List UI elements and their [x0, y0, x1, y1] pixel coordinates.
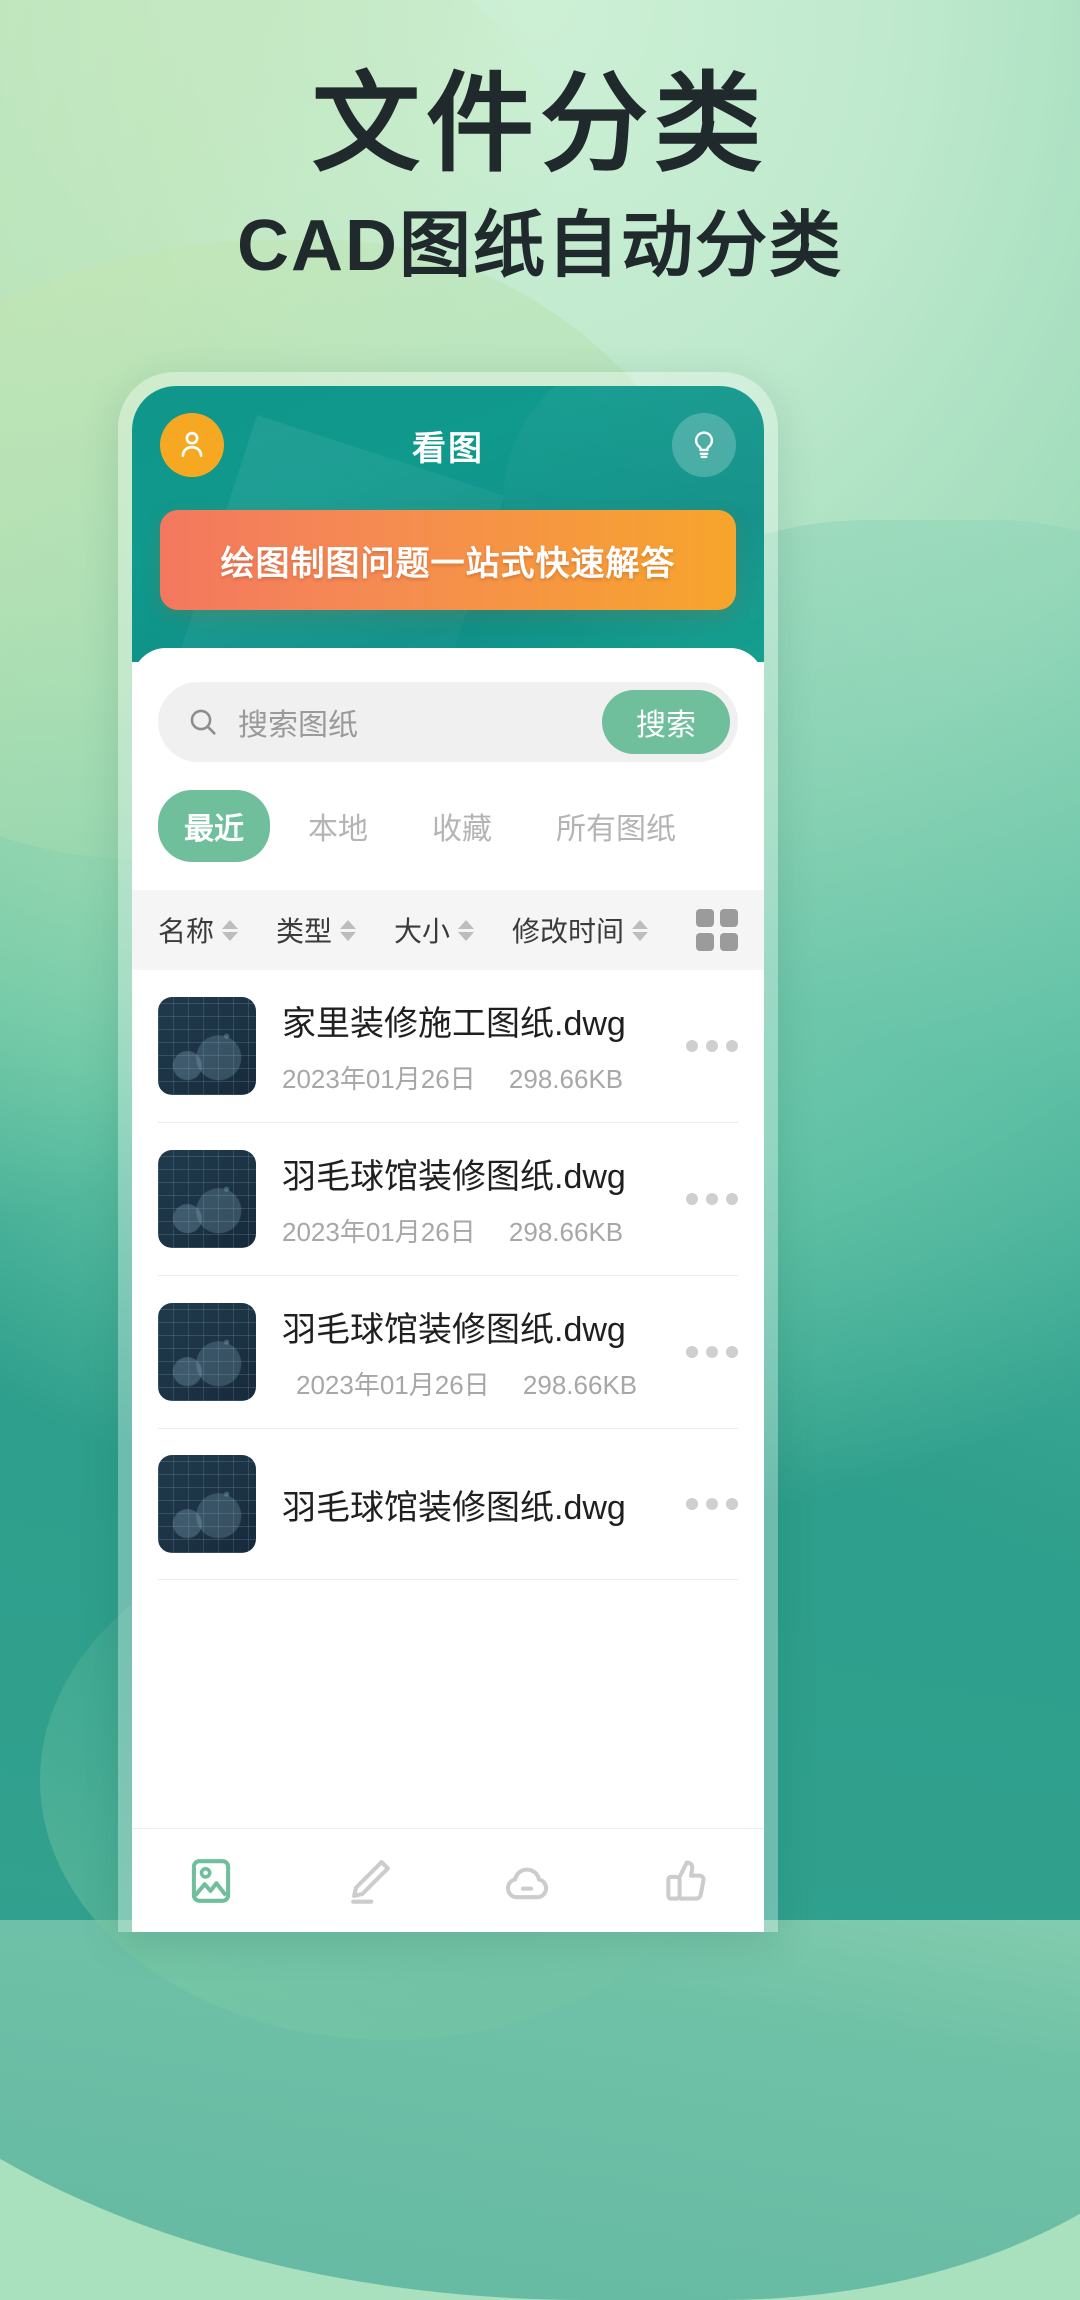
tips-button[interactable] [672, 413, 736, 477]
phone-mockup-frame: 看图 绘图制图问题一站式快速解答 搜索图纸 搜索 最近 本地 收藏 所有图纸 名… [118, 372, 778, 1932]
table-row[interactable]: 家里装修施工图纸.dwg 2023年01月26日 298.66KB [158, 970, 738, 1123]
poster-headline: 文件分类 [311, 63, 768, 184]
lightbulb-icon [694, 431, 714, 459]
column-label-size: 大小 [394, 916, 451, 947]
sort-arrows-icon [458, 919, 475, 941]
file-date: 2023年01月26日 [296, 1370, 490, 1400]
grid-cell [696, 909, 714, 927]
file-more-button[interactable] [666, 1193, 738, 1205]
grid-view-icon[interactable] [696, 909, 738, 951]
grid-cell [696, 933, 714, 951]
file-more-button[interactable] [666, 1346, 738, 1358]
poster-subheadline: CAD图纸自动分类 [237, 205, 843, 286]
file-name: 家里装修施工图纸.dwg [282, 1005, 626, 1043]
header-top-bar: 看图 [132, 386, 764, 504]
file-meta: 家里装修施工图纸.dwg 2023年01月26日 298.66KB [282, 996, 666, 1096]
column-label-modified: 修改时间 [512, 916, 625, 947]
tab-local[interactable]: 本地 [282, 790, 394, 862]
poster-headline-group: 文件分类 CAD图纸自动分类 [0, 0, 1080, 286]
file-thumbnail [158, 1455, 256, 1553]
image-icon [191, 1858, 231, 1903]
nav-item-likes[interactable] [606, 1854, 764, 1908]
user-avatar-button[interactable] [160, 413, 224, 477]
column-label-name: 名称 [158, 916, 215, 947]
file-subinfo: 2023年01月26日 298.66KB [282, 1059, 666, 1096]
user-avatar-icon [181, 431, 203, 457]
file-date: 2023年01月26日 [282, 1064, 476, 1094]
app-header: 看图 绘图制图问题一站式快速解答 [132, 386, 764, 662]
search-bar[interactable]: 搜索图纸 搜索 [158, 682, 738, 762]
app-title: 看图 [412, 429, 484, 468]
nav-item-edit[interactable] [290, 1854, 448, 1908]
tab-favorites[interactable]: 收藏 [406, 790, 518, 862]
list-column-header: 名称 类型 大小 修改时间 [132, 890, 764, 970]
nav-item-images[interactable] [132, 1854, 290, 1908]
column-label-type: 类型 [276, 916, 333, 947]
column-sort-type[interactable]: 类型 [276, 910, 357, 950]
sort-arrows-icon [340, 919, 357, 941]
search-icon [190, 709, 216, 735]
file-subinfo: 2023年01月26日 298.66KB [282, 1365, 666, 1402]
grid-cell [720, 909, 738, 927]
file-meta: 羽毛球馆装修图纸.dwg 2023年01月26日 298.66KB [282, 1149, 666, 1249]
sort-arrows-icon [632, 919, 649, 941]
bottom-navigation [132, 1828, 764, 1932]
file-name: 羽毛球馆装修图纸.dwg [282, 1311, 626, 1349]
file-date: 2023年01月26日 [282, 1217, 476, 1247]
nav-item-cloud[interactable] [448, 1854, 606, 1908]
file-thumbnail [158, 1150, 256, 1248]
cloud-icon [505, 1867, 549, 1899]
tab-all-drawings[interactable]: 所有图纸 [530, 790, 702, 862]
file-thumbnail [158, 997, 256, 1095]
file-meta: 羽毛球馆装修图纸.dwg 2023年01月26日 298.66KB [282, 1302, 666, 1402]
grid-cell [720, 933, 738, 951]
file-thumbnail [158, 1303, 256, 1401]
file-name: 羽毛球馆装修图纸.dwg [282, 1158, 626, 1196]
column-sort-size[interactable]: 大小 [394, 910, 475, 950]
column-sort-name[interactable]: 名称 [158, 910, 239, 950]
filter-tabs: 最近 本地 收藏 所有图纸 [158, 790, 738, 862]
column-sort-modified[interactable]: 修改时间 [512, 910, 649, 950]
file-meta: 羽毛球馆装修图纸.dwg [282, 1480, 666, 1529]
table-row[interactable]: 羽毛球馆装修图纸.dwg 2023年01月26日 298.66KB [158, 1276, 738, 1429]
thumbs-up-icon [666, 1860, 706, 1901]
file-size: 298.66KB [508, 1064, 624, 1094]
promo-banner[interactable]: 绘图制图问题一站式快速解答 [160, 510, 736, 610]
file-size: 298.66KB [508, 1217, 624, 1247]
pencil-icon [351, 1859, 390, 1904]
tab-recent[interactable]: 最近 [158, 790, 270, 862]
file-more-button[interactable] [666, 1498, 738, 1510]
search-button[interactable]: 搜索 [602, 690, 730, 754]
search-input[interactable]: 搜索图纸 [238, 700, 602, 744]
file-subinfo: 2023年01月26日 298.66KB [282, 1212, 666, 1249]
file-size: 298.66KB [522, 1370, 638, 1400]
file-name: 羽毛球馆装修图纸.dwg [282, 1488, 626, 1527]
phone-screen: 看图 绘图制图问题一站式快速解答 搜索图纸 搜索 最近 本地 收藏 所有图纸 名… [132, 386, 764, 1932]
file-list: 家里装修施工图纸.dwg 2023年01月26日 298.66KB 羽毛球馆装修… [132, 970, 764, 1580]
promo-banner-text: 绘图制图问题一站式快速解答 [220, 544, 676, 583]
content-sheet: 搜索图纸 搜索 最近 本地 收藏 所有图纸 名称 类型 大小 修改时间 家里装修… [132, 648, 764, 1932]
file-more-button[interactable] [666, 1040, 738, 1052]
table-row[interactable]: 羽毛球馆装修图纸.dwg [158, 1429, 738, 1580]
table-row[interactable]: 羽毛球馆装修图纸.dwg 2023年01月26日 298.66KB [158, 1123, 738, 1276]
sort-arrows-icon [222, 919, 239, 941]
